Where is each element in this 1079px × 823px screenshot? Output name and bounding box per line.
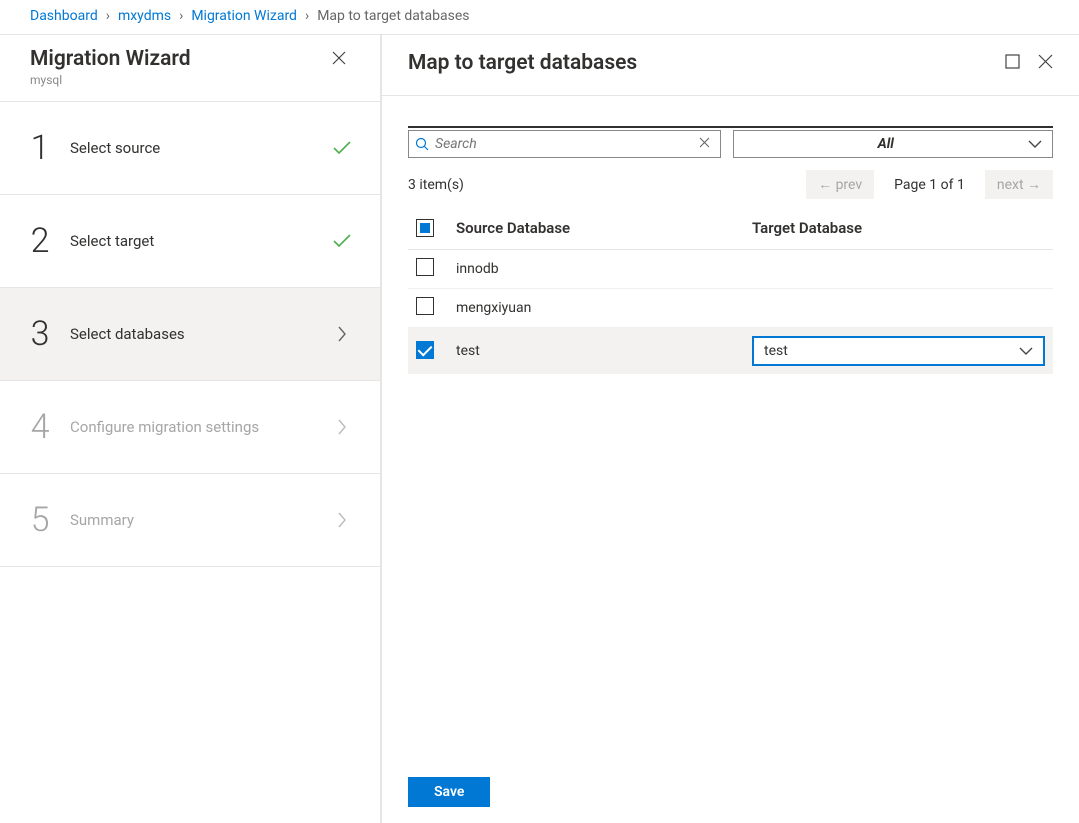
filter-dropdown-label: All — [744, 136, 1029, 152]
select-all-checkbox[interactable] — [416, 219, 434, 237]
checkmark-icon — [332, 234, 352, 248]
search-input[interactable] — [435, 136, 689, 152]
pager: ← prev Page 1 of 1 next → — [806, 170, 1053, 199]
maximize-icon — [1005, 54, 1020, 69]
page-indicator: Page 1 of 1 — [886, 177, 973, 193]
sidebar-subtitle: mysql — [30, 73, 191, 87]
wizard-steps: 1 Select source 2 Select target 3 Select… — [0, 101, 380, 567]
maximize-button[interactable] — [1005, 54, 1020, 73]
chevron-down-icon — [1028, 139, 1042, 149]
divider — [408, 126, 1053, 128]
chevron-right-icon: › — [305, 8, 309, 24]
breadcrumb-current: Map to target databases — [317, 8, 469, 24]
step-select-target[interactable]: 2 Select target — [0, 195, 380, 288]
step-select-source[interactable]: 1 Select source — [0, 102, 380, 195]
filter-dropdown[interactable]: All — [733, 130, 1054, 158]
search-icon — [415, 137, 429, 151]
chevron-right-icon — [332, 419, 352, 435]
row-checkbox[interactable] — [416, 297, 434, 315]
chevron-right-icon: › — [179, 8, 183, 24]
step-select-databases[interactable]: 3 Select databases — [0, 288, 380, 381]
page-title: Map to target databases — [408, 51, 637, 75]
breadcrumb-link-dashboard[interactable]: Dashboard — [30, 8, 98, 24]
source-db-cell: test — [448, 328, 744, 375]
save-button[interactable]: Save — [408, 777, 490, 807]
prev-page-button[interactable]: ← prev — [806, 170, 874, 199]
table-row: innodb — [408, 250, 1053, 289]
checkmark-icon — [332, 141, 352, 155]
source-db-cell: innodb — [448, 250, 744, 289]
step-summary[interactable]: 5 Summary — [0, 474, 380, 567]
breadcrumb-link-wizard[interactable]: Migration Wizard — [191, 8, 297, 24]
row-checkbox[interactable] — [416, 258, 434, 276]
target-db-select[interactable]: test — [752, 336, 1045, 366]
content-pane: Map to target databases — [382, 35, 1079, 823]
breadcrumb-link-resource[interactable]: mxydms — [118, 8, 171, 24]
close-panel-button[interactable] — [1038, 54, 1053, 73]
item-count: 3 item(s) — [408, 177, 464, 193]
chevron-right-icon: › — [106, 8, 110, 24]
target-db-cell — [744, 289, 1053, 328]
table-row: mengxiyuan — [408, 289, 1053, 328]
next-page-button[interactable]: next → — [985, 170, 1053, 199]
chevron-right-icon — [332, 512, 352, 528]
row-checkbox[interactable] — [416, 341, 434, 359]
target-db-cell — [744, 250, 1053, 289]
column-target: Target Database — [744, 209, 1053, 250]
step-configure-settings[interactable]: 4 Configure migration settings — [0, 381, 380, 474]
close-icon — [1038, 54, 1053, 69]
database-table: Source Database Target Database innodb m… — [408, 209, 1053, 374]
target-db-selected-value: test — [764, 343, 788, 359]
sidebar-title: Migration Wizard — [30, 47, 191, 71]
chevron-right-icon — [332, 326, 352, 342]
source-db-cell: mengxiyuan — [448, 289, 744, 328]
table-row: test test — [408, 328, 1053, 375]
close-sidebar-button[interactable] — [328, 47, 350, 73]
clear-search-button[interactable] — [695, 136, 714, 152]
breadcrumb: Dashboard › mxydms › Migration Wizard › … — [0, 0, 1079, 35]
chevron-down-icon — [1019, 346, 1033, 356]
column-source: Source Database — [448, 209, 744, 250]
close-icon — [699, 137, 710, 148]
wizard-sidebar: Migration Wizard mysql 1 Select source 2… — [0, 35, 382, 823]
close-icon — [332, 51, 346, 65]
search-input-wrapper[interactable] — [408, 130, 721, 158]
